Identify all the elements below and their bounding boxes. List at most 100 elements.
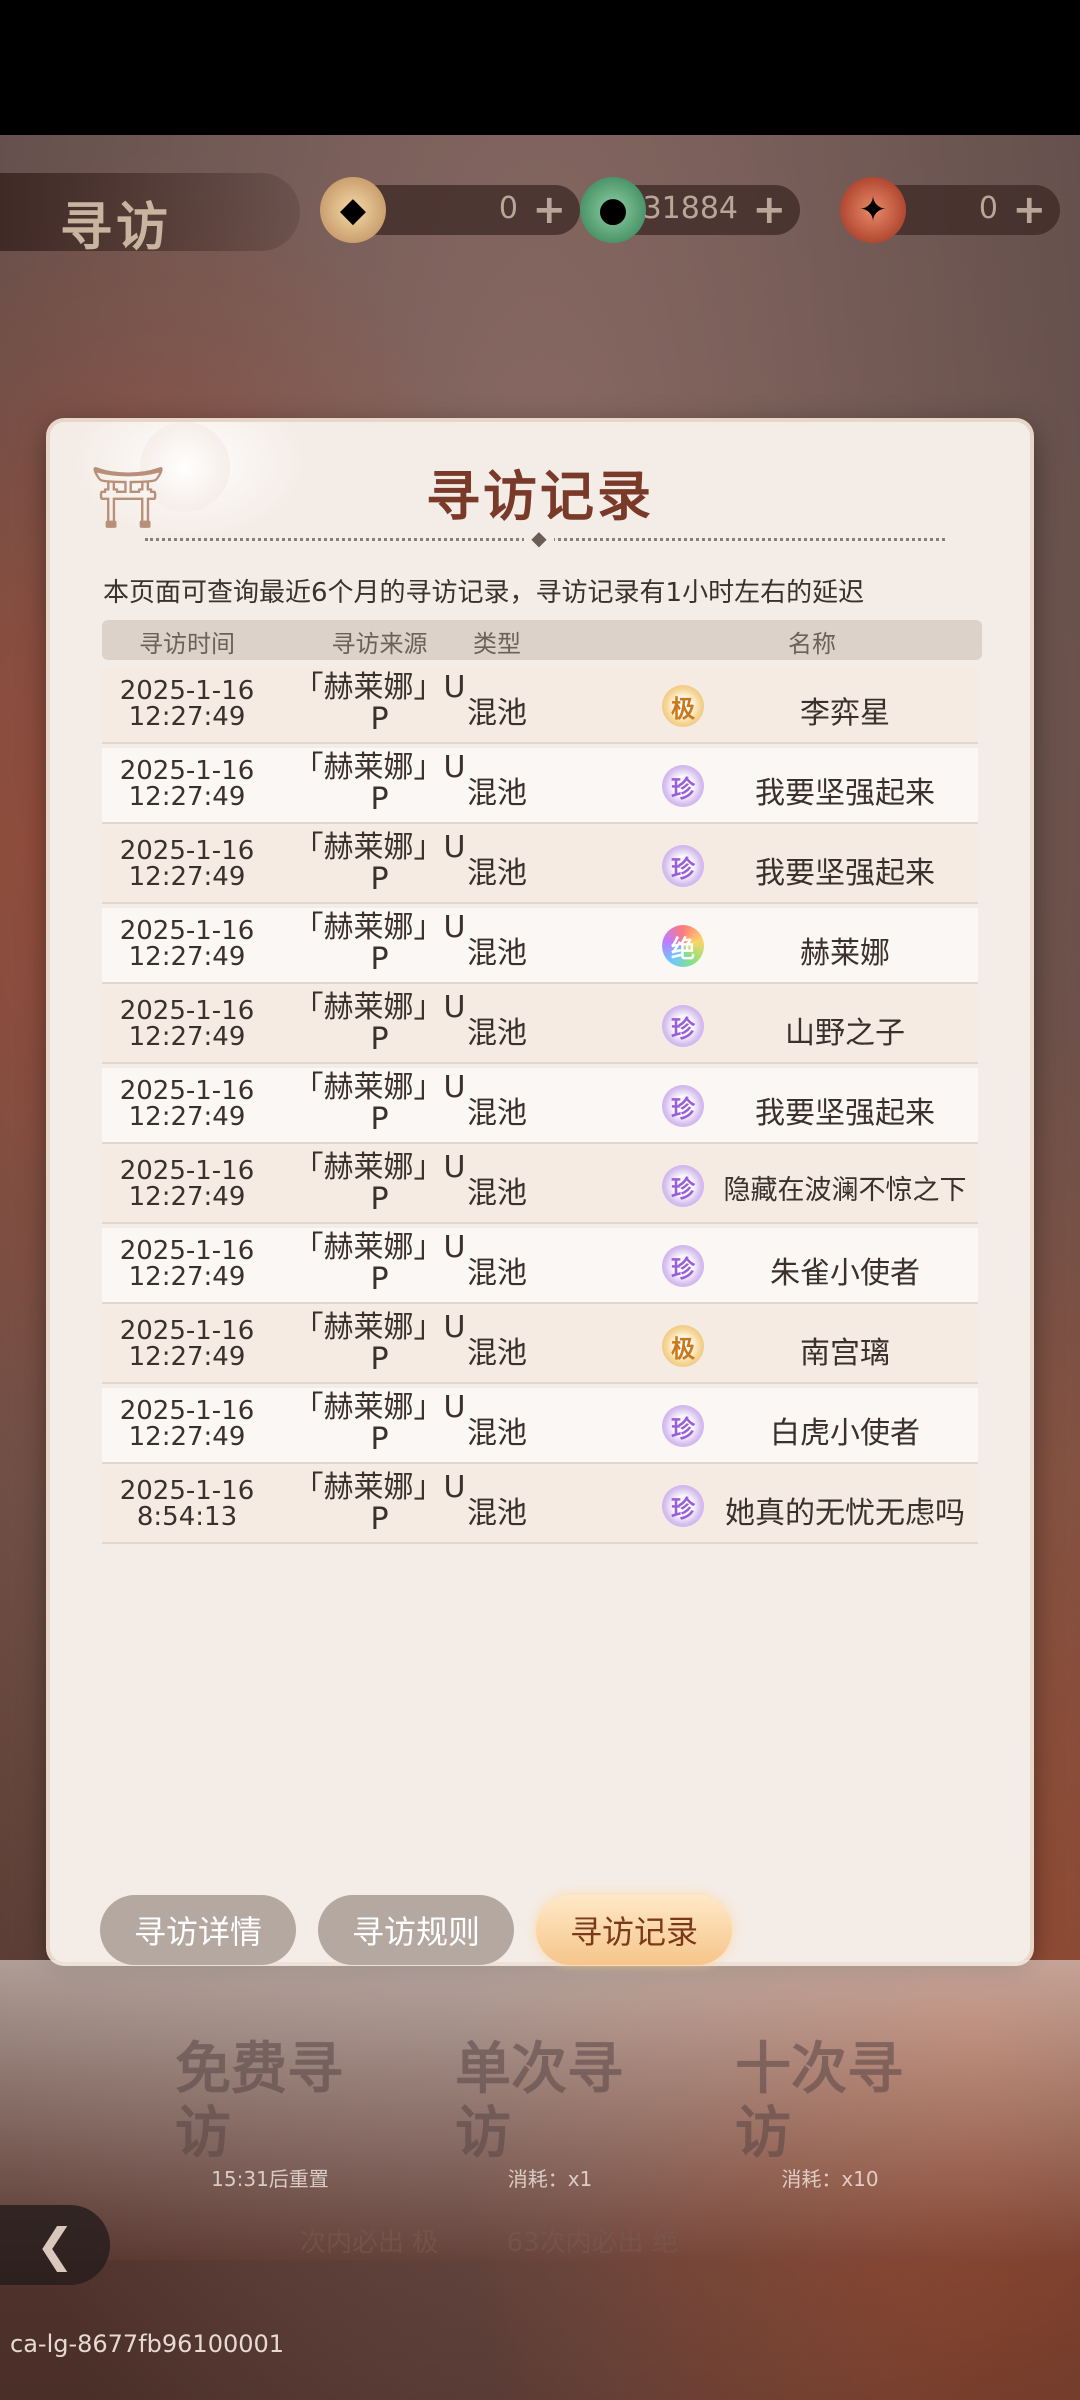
record-source: 「赫莱娜」UP [293,750,466,817]
tab-records[interactable]: 寻访记录 [536,1895,732,1965]
free-draw-button[interactable]: 免费寻访 15:31后重置 [175,2020,365,2210]
table-row: 2025-1-16 12:27:49 「赫莱娜」UP 混池 珍隐藏在波澜不惊之下 [102,1148,978,1224]
record-type: 混池 [467,776,527,811]
rarity-badge-icon: 珍 [662,845,704,887]
divider-ornament-icon: ◆ [524,526,554,550]
header-name: 名称 [788,630,836,658]
screen-title-plate: 寻访 [0,173,300,258]
jade-coin-icon: ● [580,177,646,243]
record-time: 2025-1-16 12:27:49 [119,996,255,1052]
single-draw-label: 单次寻访 [455,2036,623,2166]
table-row: 2025-1-16 12:27:49 「赫莱娜」UP 混池 珍 我要坚强起来 [102,1068,978,1144]
rarity-badge-icon: 珍 [662,1245,704,1287]
record-time: 2025-1-16 12:27:49 [119,1236,255,1292]
record-type: 混池 [467,1256,527,1291]
record-time: 2025-1-16 12:27:49 [119,1396,255,1452]
record-name: 李弈星 [800,696,890,731]
guarantee-left-badge: 极 [412,2228,439,2258]
record-name: 她真的无忧无虑吗 [725,1496,965,1531]
record-time: 2025-1-16 12:27:49 [119,1316,255,1372]
red-feather-ticket-icon: ✦ [840,177,906,243]
record-name: 我要坚强起来 [755,776,935,811]
add-gem-button[interactable]: + [532,187,566,233]
record-name: 朱雀小使者 [770,1256,920,1291]
guarantee-right-badge: 绝 [651,2228,678,2258]
record-source: 「赫莱娜」UP [293,1070,466,1137]
table-row: 2025-1-16 12:27:49 「赫莱娜」UP 混池 绝 赫莱娜 [102,908,978,984]
record-source: 「赫莱娜」UP [293,1390,466,1457]
rarity-badge-icon: 珍 [662,1005,704,1047]
screen-title: 寻访 [60,197,173,258]
delay-notice: 本页面可查询最近6个月的寻访记录，寻访记录有1小时左右的延迟 [103,578,865,608]
record-type: 混池 [467,856,527,891]
record-name: 山野之子 [785,1016,905,1051]
back-button[interactable]: ❮ [0,2205,110,2285]
record-type: 混池 [467,1336,527,1371]
record-source: 「赫莱娜」UP [293,1470,466,1537]
rarity-badge-icon: 珍 [662,1085,704,1127]
record-type: 混池 [467,696,527,731]
table-header: 寻访时间 寻访来源 类型 名称 [102,620,982,660]
record-name: 白虎小使者 [770,1416,920,1451]
record-source: 「赫莱娜」UP [293,990,466,1057]
top-bar: 寻访 ◆ 0 + ● 31884 + ✦ 0 + [0,165,1080,260]
single-draw-button[interactable]: 单次寻访 消耗：x1 [455,2020,645,2210]
record-type: 混池 [467,1416,527,1451]
record-type: 混池 [467,1016,527,1051]
table-row: 2025-1-16 12:27:49 「赫莱娜」UP 混池 极 李弈星 [102,668,978,744]
record-source: 「赫莱娜」UP [293,1230,466,1297]
record-name: 赫莱娜 [800,936,890,971]
record-time: 2025-1-16 8:54:13 [119,1476,255,1532]
currency-ticket[interactable]: ✦ 0 + [840,177,1060,243]
ten-draw-cost: 消耗：x10 [781,2167,879,2191]
record-type: 混池 [467,1176,527,1211]
ten-draw-label: 十次寻访 [735,2036,903,2166]
rarity-badge-icon: 绝 [662,925,704,967]
rarity-badge-icon: 珍 [662,1485,704,1527]
header-type: 类型 [473,630,521,658]
add-ticket-button[interactable]: + [1012,187,1046,233]
single-draw-cost: 消耗：x1 [507,2167,593,2191]
table-row: 2025-1-16 12:27:49 「赫莱娜」UP 混池 珍 我要坚强起来 [102,748,978,824]
record-type: 混池 [467,1496,527,1531]
record-list[interactable]: 2025-1-16 12:27:49 「赫莱娜」UP 混池极李弈星 2025-1-16… [102,668,978,1548]
rarity-badge-icon: 珍 [662,1405,704,1447]
tab-rules[interactable]: 寻访规则 [318,1895,514,1965]
header-time: 寻访时间 [139,630,235,658]
guarantee-left-text: 次内必出 [300,2228,405,2258]
record-time: 2025-1-16 12:27:49 [119,1076,255,1132]
record-type: 混池 [467,936,527,971]
guarantee-text: 次内必出 极 63次内必出 绝 [300,2222,860,2266]
table-row: 2025-1-16 12:27:49 「赫莱娜」UP 混池 珍 朱雀小使者 [102,1228,978,1304]
record-source: 「赫莱娜」UP [293,910,466,977]
currency-gem[interactable]: ◆ 0 + [320,177,580,243]
back-arrow-icon: ❮ [35,2218,75,2272]
dialog-tabs: 寻访详情 寻访规则 寻访记录 [100,1895,800,1970]
rarity-badge-icon: 珍 [662,1165,704,1207]
header-source: 寻访来源 [331,630,428,658]
record-dialog: ⛩ 寻访记录 ◆ 本页面可查询最近6个月的寻访记录，寻访记录有1小时左右的延迟 … [50,422,1030,1962]
add-jade-button[interactable]: + [752,187,786,233]
colorful-gem-icon: ◆ [320,177,386,243]
dialog-title: 寻访记录 [426,464,654,528]
rarity-badge-icon: 极 [662,1325,704,1367]
record-name: 我要坚强起来 [755,1096,935,1131]
ten-draw-button[interactable]: 十次寻访 消耗：x10 [735,2020,925,2210]
record-source: 「赫莱娜」UP [293,830,466,897]
record-source: 「赫莱娜」UP [293,1150,466,1217]
record-time: 2025-1-16 12:27:49 [119,836,255,892]
record-source: 「赫莱娜」UP [293,670,466,737]
table-row: 2025-1-16 12:27:49 「赫莱娜」UP 混池 珍 我要坚强起来 [102,828,978,904]
table-row: 2025-1-16 12:27:49 「赫莱娜」UP 混池 珍 白虎小使者 [102,1388,978,1464]
record-time: 2025-1-16 12:27:49 [119,916,255,972]
currency-gem-value: 0 [498,191,518,226]
table-row: 2025-1-16 8:54:13 「赫莱娜」UP 混池 珍她真的无忧无虑吗 [102,1468,978,1544]
rarity-badge-icon: 珍 [662,765,704,807]
tab-details[interactable]: 寻访详情 [100,1895,296,1965]
guarantee-right-text: 63次内必出 [506,2228,644,2258]
currency-jade[interactable]: ● 31884 + [580,177,800,243]
record-time: 2025-1-16 12:27:49 [119,676,255,732]
record-name: 隐藏在波澜不惊之下 [723,1175,967,1206]
record-time: 2025-1-16 12:27:49 [119,756,255,812]
record-name: 我要坚强起来 [755,856,935,891]
